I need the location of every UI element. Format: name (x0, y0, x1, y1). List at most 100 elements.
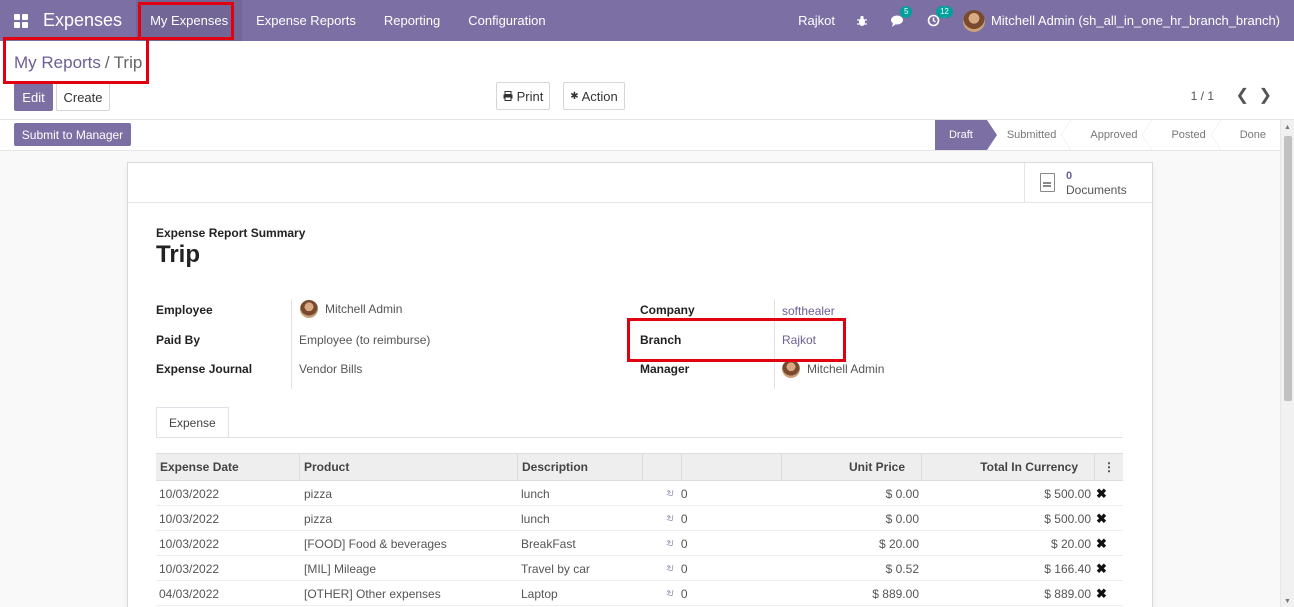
company-label: Company (640, 303, 695, 317)
cell-product: pizza (304, 486, 333, 501)
manager-value: Mitchell Admin (807, 362, 885, 376)
attachment-count: 0 (680, 561, 688, 576)
branch-value[interactable]: Rajkot (782, 333, 816, 347)
breadcrumb-current: Trip (113, 53, 143, 72)
column-unit-price[interactable]: Unit Price (782, 454, 922, 480)
status-step-done[interactable]: Done (1220, 120, 1280, 150)
column-expense-date[interactable]: Expense Date (156, 454, 300, 480)
chat-badge: 5 (899, 5, 913, 18)
column-attachments[interactable] (643, 454, 682, 480)
submit-to-manager-button[interactable]: Submit to Manager (14, 123, 131, 146)
cell-unit-price: $ 0.00 (885, 511, 919, 526)
status-step-approved[interactable]: Approved (1070, 120, 1153, 150)
pager-next-icon[interactable]: ❯ (1259, 85, 1272, 105)
cell-product: pizza (304, 511, 333, 526)
column-description[interactable]: Description (518, 454, 643, 480)
chat-icon[interactable]: 5 (890, 5, 913, 28)
bug-icon[interactable] (855, 14, 869, 28)
paid-by-value[interactable]: Employee (to reimburse) (299, 333, 430, 347)
delete-row-icon[interactable]: ✖ (1096, 556, 1116, 581)
manager-field[interactable]: Mitchell Admin (782, 360, 884, 378)
print-icon (503, 91, 513, 101)
cell-description: lunch (521, 486, 550, 501)
edit-button[interactable]: Edit (14, 83, 53, 111)
optional-columns-icon[interactable]: ⋮ (1095, 454, 1123, 480)
app-name[interactable]: Expenses (43, 10, 122, 31)
cell-attachments[interactable]: ⎀ 0 (663, 531, 706, 556)
column-product[interactable]: Product (300, 454, 518, 480)
menu-my-expenses[interactable]: My Expenses (136, 0, 243, 41)
column-total-in-currency[interactable]: Total In Currency (922, 454, 1095, 480)
column-extra[interactable] (682, 454, 782, 480)
table-row[interactable]: 10/03/2022 pizza lunch ⎀ 0 $ 0.00 $ 500.00 ✖ (156, 481, 1123, 506)
activity-clock-icon[interactable]: 12 (927, 5, 953, 28)
report-title[interactable]: Trip (156, 241, 200, 269)
document-icon (1040, 173, 1055, 192)
menu-configuration[interactable]: Configuration (454, 0, 559, 41)
cell-total-in-currency: $ 889.00 (1044, 586, 1091, 601)
status-step-posted[interactable]: Posted (1151, 120, 1221, 150)
attachment-count: 0 (680, 536, 688, 551)
expense-journal-label: Expense Journal (156, 362, 253, 376)
cell-unit-price: $ 20.00 (878, 536, 919, 551)
menu-expense-reports[interactable]: Expense Reports (242, 0, 370, 41)
scroll-down-icon[interactable]: ▼ (1284, 598, 1291, 605)
cell-expense-date: 10/03/2022 (159, 486, 220, 501)
delete-row-icon[interactable]: ✖ (1096, 531, 1116, 556)
activity-badge: 12 (935, 5, 953, 18)
breadcrumb-my-reports[interactable]: My Reports (14, 53, 101, 72)
employee-value: Mitchell Admin (325, 302, 403, 316)
manager-label: Manager (640, 362, 690, 376)
delete-row-icon[interactable]: ✖ (1096, 581, 1116, 606)
cell-description: Travel by car (521, 561, 590, 576)
paperclip-icon: ⎀ (663, 485, 678, 501)
expense-journal-value[interactable]: Vendor Bills (299, 362, 362, 376)
status-steps: Draft Submitted Approved Posted Done (934, 120, 1280, 150)
scroll-thumb[interactable] (1284, 136, 1292, 401)
table-row[interactable]: 10/03/2022 pizza lunch ⎀ 0 $ 0.00 $ 500.00 ✖ (156, 506, 1123, 531)
documents-label: Documents (1066, 182, 1127, 197)
action-label: Action (581, 88, 618, 104)
employee-field[interactable]: Mitchell Admin (300, 300, 402, 318)
branch-switcher[interactable]: Rajkot (798, 13, 835, 28)
menu-reporting[interactable]: Reporting (370, 0, 454, 41)
scroll-up-icon[interactable]: ▲ (1284, 124, 1291, 131)
cell-description: Laptop (521, 586, 558, 601)
cell-attachments[interactable]: ⎀ 0 (663, 481, 706, 506)
documents-button[interactable]: 0 Documents (1024, 163, 1152, 202)
branch-label: Branch (640, 333, 682, 347)
apps-menu-icon[interactable] (14, 13, 30, 28)
pager-value[interactable]: 1 / 1 (1191, 89, 1214, 103)
status-bar: Submit to Manager Draft Submitted Approv… (0, 120, 1280, 151)
status-step-draft[interactable]: Draft (934, 120, 997, 150)
user-menu[interactable]: Mitchell Admin (sh_all_in_one_hr_branch_… (991, 13, 1280, 28)
delete-row-icon[interactable]: ✖ (1096, 506, 1116, 531)
documents-count: 0 (1066, 169, 1073, 182)
print-button[interactable]: Print (496, 82, 550, 110)
status-step-submitted[interactable]: Submitted (987, 120, 1071, 150)
user-avatar[interactable] (962, 9, 985, 32)
control-panel: My Reports / Trip Edit Create Print ✱ Acti… (0, 41, 1294, 120)
print-label: Print (516, 88, 544, 104)
cell-attachments[interactable]: ⎀ 0 (663, 581, 706, 606)
tab-underline (156, 437, 1123, 438)
tab-expense[interactable]: Expense (156, 407, 229, 438)
field-divider-right (774, 299, 775, 389)
paperclip-icon: ⎀ (663, 510, 678, 526)
attachment-count: 0 (680, 586, 688, 601)
table-row[interactable]: 10/03/2022 [MIL] Mileage Travel by car ⎀ 0 $ … (156, 556, 1123, 581)
employee-label: Employee (156, 303, 213, 317)
top-navbar: Expenses My Expenses Expense Reports Rep… (0, 0, 1294, 41)
pager-previous-icon[interactable]: ❮ (1236, 85, 1249, 105)
action-button[interactable]: ✱ Action (563, 82, 625, 110)
delete-row-icon[interactable]: ✖ (1096, 481, 1116, 506)
table-row[interactable]: 10/03/2022 [FOOD] Food & beverages BreakFa… (156, 531, 1123, 556)
cell-attachments[interactable]: ⎀ 0 (663, 556, 706, 581)
gear-icon: ✱ (570, 90, 579, 102)
create-button[interactable]: Create (56, 83, 110, 111)
vertical-scrollbar[interactable]: ▲ ▼ (1280, 120, 1294, 607)
table-row[interactable]: 04/03/2022 [OTHER] Other expenses Laptop ⎀ 0… (156, 581, 1123, 606)
cell-attachments[interactable]: ⎀ 0 (663, 506, 706, 531)
company-value[interactable]: softhealer (782, 304, 835, 318)
attachment-count: 0 (680, 486, 688, 501)
